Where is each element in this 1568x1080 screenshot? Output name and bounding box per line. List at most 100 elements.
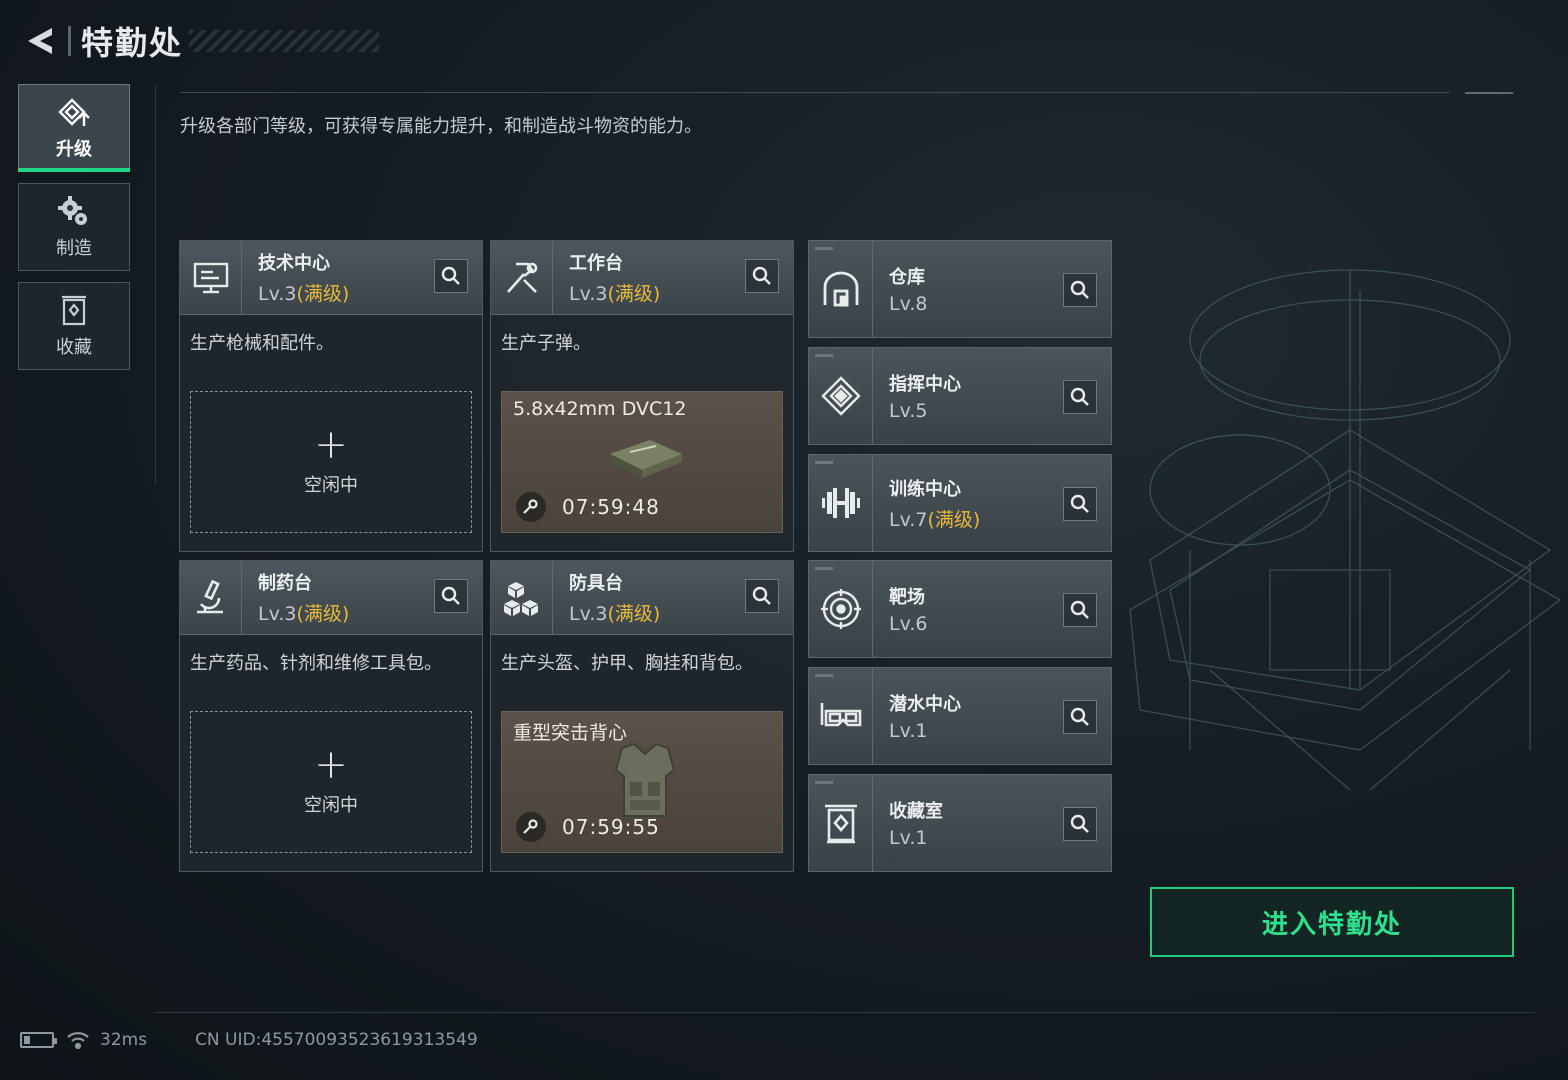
facility-level: Lv.1	[889, 720, 928, 742]
facility-name: 潜水中心	[889, 694, 961, 715]
facility-card-tech-center[interactable]: 技术中心 Lv.3(满级) 生产枪械和配件。 + 空闲中	[179, 240, 483, 552]
target-icon	[809, 560, 873, 658]
facility-name: 收藏室	[889, 801, 943, 822]
facility-level: Lv.6	[889, 613, 928, 635]
base-blueprint-illustration	[1129, 269, 1562, 791]
wifi-icon	[67, 1032, 89, 1050]
facility-card-command-center[interactable]: 指挥中心 Lv.5	[808, 347, 1112, 445]
facility-card-pharmacy[interactable]: 制药台 Lv.3(满级) 生产药品、针剂和维修工具包。 + 空闲中	[179, 560, 483, 872]
max-level-tag: (满级)	[607, 283, 661, 305]
facility-level: Lv.7	[889, 508, 928, 531]
battery-icon	[20, 1032, 57, 1048]
facility-description: 生产子弹。	[501, 333, 591, 354]
user-uid: CN UID:455700935236193135​49	[195, 1030, 478, 1050]
back-button[interactable]	[18, 20, 60, 62]
facility-description: 生产头盔、护甲、胸挂和背包。	[501, 653, 753, 674]
nav-item-craft[interactable]: 制造	[18, 183, 130, 271]
facility-name: 工作台	[569, 253, 623, 274]
facility-card-training-center[interactable]: 训练中心 Lv.7(满级)	[808, 454, 1112, 552]
max-level-tag: (满级)	[927, 508, 981, 531]
search-icon	[1070, 494, 1089, 513]
nav-label-collection: 收藏	[56, 337, 92, 358]
facility-card-collection-room[interactable]: 收藏室 Lv.1	[808, 774, 1112, 872]
collection-icon	[56, 293, 92, 329]
production-timer: 07:59:48	[562, 495, 660, 519]
collection-room-icon	[809, 774, 873, 872]
side-nav: 升级 制造 收藏	[18, 84, 130, 381]
status-bar: 32ms CN UID:455700935236193135​49	[20, 1030, 478, 1050]
ammo-box-image	[610, 440, 682, 478]
inspect-button[interactable]	[745, 259, 779, 293]
production-slot-active[interactable]: 5.8x42mm DVC12 07:59:48	[501, 391, 783, 533]
inspect-button[interactable]	[1063, 273, 1097, 307]
facility-level: Lv.1	[889, 827, 928, 849]
facility-card-workbench[interactable]: 工作台 Lv.3(满级) 生产子弹。 5.8x42mm DVC12 07:59:…	[490, 240, 794, 552]
production-timer: 07:59:55	[562, 815, 660, 839]
gears-icon	[56, 194, 92, 230]
card-header: 制药台 Lv.3(满级)	[180, 560, 482, 635]
inspect-button[interactable]	[1063, 807, 1097, 841]
enter-special-ops-button[interactable]: 进入特勤处	[1150, 887, 1514, 957]
search-icon	[441, 586, 460, 605]
hud-vertical-line	[155, 85, 156, 485]
production-slot-active[interactable]: 重型突击背心 07:59:55	[501, 711, 783, 853]
inspect-button[interactable]	[1063, 487, 1097, 521]
facility-card-diving-center[interactable]: 潜水中心 Lv.1	[808, 667, 1112, 765]
product-name: 5.8x42mm DVC12	[513, 398, 687, 420]
facility-card-shooting-range[interactable]: 靶场 Lv.6	[808, 560, 1112, 658]
computer-icon	[180, 240, 242, 315]
facility-name: 制药台	[258, 573, 312, 594]
page-header: 特勤处	[18, 18, 380, 64]
warehouse-icon	[809, 240, 873, 338]
facility-level: Lv.3	[569, 283, 608, 305]
inspect-button[interactable]	[1063, 380, 1097, 414]
inspect-button[interactable]	[434, 579, 468, 613]
nav-item-upgrade[interactable]: 升级	[18, 84, 130, 172]
page-title: 特勤处	[81, 24, 184, 62]
max-level-tag: (满级)	[607, 603, 661, 625]
wrench-icon	[516, 492, 546, 522]
facility-description: 生产药品、针剂和维修工具包。	[190, 653, 442, 674]
inspect-button[interactable]	[434, 259, 468, 293]
inspect-button[interactable]	[745, 579, 779, 613]
facility-level: Lv.3	[569, 603, 608, 625]
blocks-icon	[491, 560, 553, 635]
header-separator	[68, 26, 71, 56]
search-icon	[1070, 707, 1089, 726]
plus-icon: +	[314, 742, 348, 788]
facility-card-armor-bench[interactable]: 防具台 Lv.3(满级) 生产头盔、护甲、胸挂和背包。 重型突击背心 07:59…	[490, 560, 794, 872]
production-slot-empty[interactable]: + 空闲中	[190, 391, 472, 533]
nav-label-craft: 制造	[56, 238, 92, 259]
slot-status: 空闲中	[304, 475, 358, 496]
facility-level: Lv.3	[258, 283, 297, 305]
max-level-tag: (满级)	[296, 283, 350, 305]
hud-divider-accent	[1465, 92, 1513, 94]
facility-name: 指挥中心	[889, 374, 961, 395]
header-stripes	[189, 30, 380, 52]
hud-bottom-line	[155, 1012, 1535, 1013]
facility-card-warehouse[interactable]: 仓库 Lv.8	[808, 240, 1112, 338]
hud-divider	[180, 92, 1450, 93]
slot-status: 空闲中	[304, 795, 358, 816]
facility-name: 训练中心	[889, 478, 961, 500]
inspect-button[interactable]	[1063, 593, 1097, 627]
diving-mask-icon	[809, 667, 873, 765]
card-header: 工作台 Lv.3(满级)	[491, 240, 793, 315]
facility-level: Lv.5	[889, 400, 928, 422]
microscope-icon	[180, 560, 242, 635]
production-slot-empty[interactable]: + 空闲中	[190, 711, 472, 853]
facility-level: Lv.8	[889, 293, 928, 315]
search-icon	[752, 586, 771, 605]
card-header: 技术中心 Lv.3(满级)	[180, 240, 482, 315]
back-arrow-icon	[28, 28, 52, 54]
facility-name: 技术中心	[258, 253, 330, 274]
nav-label-upgrade: 升级	[56, 139, 92, 160]
search-icon	[441, 266, 460, 285]
inspect-button[interactable]	[1063, 700, 1097, 734]
search-icon	[1070, 387, 1089, 406]
max-level-tag: (满级)	[296, 603, 350, 625]
wrench-icon	[516, 812, 546, 842]
nav-item-collection[interactable]: 收藏	[18, 282, 130, 370]
facility-level: Lv.3	[258, 603, 297, 625]
search-icon	[1070, 600, 1089, 619]
